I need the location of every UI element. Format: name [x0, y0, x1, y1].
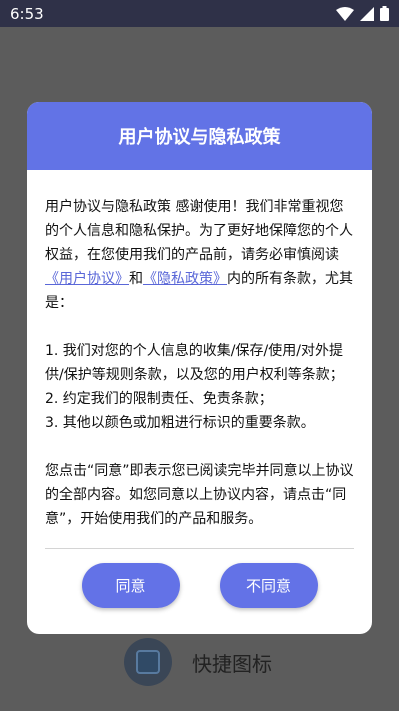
- dialog-header: 用户协议与隐私政策: [27, 102, 372, 170]
- signal-icon: [360, 6, 374, 21]
- intro-paragraph: 用户协议与隐私政策 感谢使用！我们非常重视您的个人信息和隐私保护。为了更好地保障…: [45, 195, 354, 315]
- background-app-label: 快捷图标: [192, 651, 272, 676]
- agree-button[interactable]: 同意: [81, 563, 180, 608]
- user-agreement-link[interactable]: 《用户协议》: [45, 271, 129, 287]
- status-time: 6:53: [10, 4, 44, 23]
- clause-item: 2. 约定我们的限制责任、免责条款；: [45, 391, 273, 407]
- disagree-button[interactable]: 不同意: [219, 563, 318, 608]
- privacy-policy-link[interactable]: 《隐私政策》: [143, 271, 227, 287]
- dialog-title: 用户协议与隐私政策: [118, 127, 281, 148]
- agreement-dialog: 用户协议与隐私政策 用户协议与隐私政策 感谢使用！我们非常重视您的个人信息和隐私…: [27, 102, 372, 634]
- intro-text: 用户协议与隐私政策 感谢使用！我们非常重视您的个人信息和隐私保护。为了更好地保障…: [45, 199, 353, 263]
- divider: [45, 548, 354, 549]
- battery-icon: [380, 6, 389, 21]
- closing-paragraph: 您点击“同意”即表示您已阅读完毕并同意以上协议的全部内容。如您同意以上协议内容，…: [45, 463, 354, 527]
- clauses-paragraph: 1. 我们对您的个人信息的收集/保存/使用/对外提供/保护等规则条款，以及您的用…: [45, 339, 354, 435]
- background-app-shortcut: 快捷图标: [124, 638, 272, 686]
- shortcut-app-icon: [124, 638, 172, 686]
- clause-item: 1. 我们对您的个人信息的收集/保存/使用/对外提供/保护等规则条款，以及您的用…: [45, 343, 344, 383]
- clause-item: 3. 其他以颜色或加粗进行标识的重要条款。: [45, 415, 315, 431]
- button-row: 同意 不同意: [27, 563, 372, 608]
- and-text: 和: [129, 271, 143, 287]
- wifi-icon: [336, 6, 354, 21]
- status-bar: 6:53: [0, 0, 399, 27]
- status-icons: [336, 6, 389, 21]
- dialog-body: 用户协议与隐私政策 感谢使用！我们非常重视您的个人信息和隐私保护。为了更好地保障…: [27, 170, 372, 531]
